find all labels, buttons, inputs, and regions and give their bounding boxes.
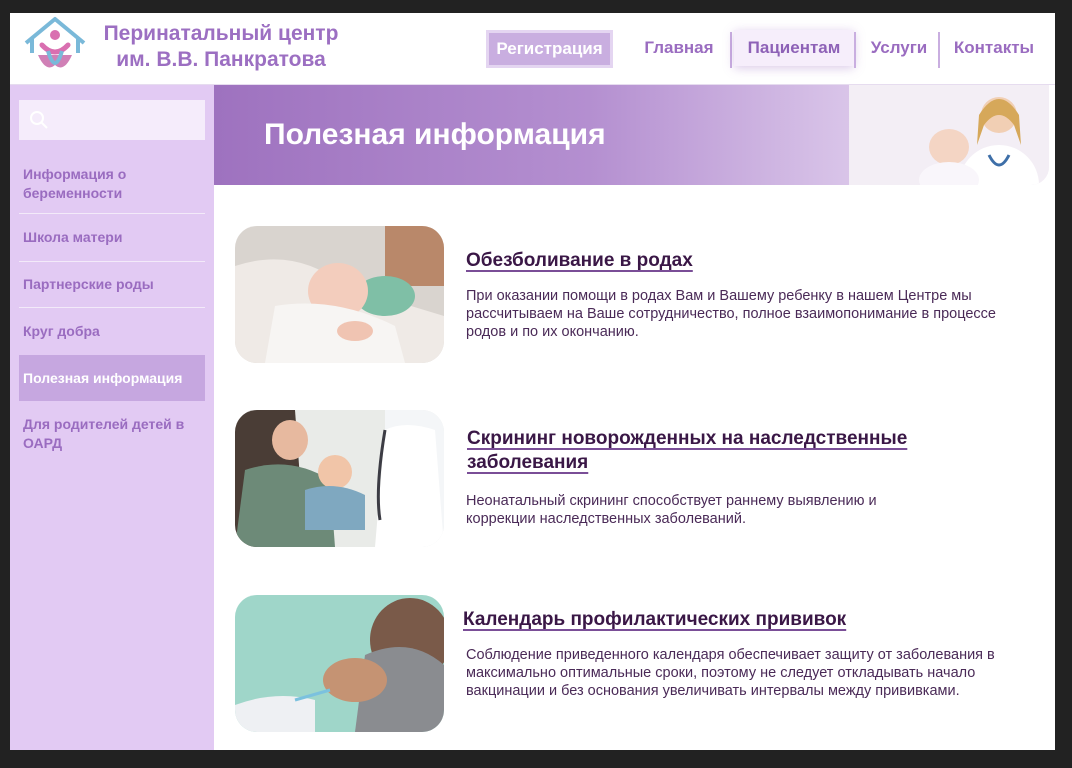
nav-patients[interactable]: Пациентам: [734, 30, 854, 66]
sidebar-item-pregnancy[interactable]: Информация о беременности: [19, 165, 205, 203]
nav-services[interactable]: Услуги: [860, 30, 938, 66]
nav-separator: [854, 32, 856, 68]
sidebar-item-oard-parents[interactable]: Для родителей детей в ОАРД: [19, 415, 205, 453]
article-title-screening[interactable]: Скрининг новорожденных на наследственные…: [467, 427, 907, 475]
sidebar: Информация о беременности Школа матери П…: [10, 85, 214, 750]
sidebar-item-circle-of-good[interactable]: Круг добра: [19, 322, 205, 341]
doctor-with-baby-photo: [849, 85, 1049, 185]
page: Перинатальный центр им. В.В. Панкратова …: [10, 13, 1055, 750]
article-title-vaccination-calendar[interactable]: Календарь профилактических прививок: [463, 608, 846, 632]
article-text-screening: Неонатальный скрининг способствует ранне…: [466, 493, 877, 527]
search-input[interactable]: [19, 100, 205, 140]
mother-baby-doctor-photo[interactable]: [235, 410, 444, 547]
nav-home[interactable]: Главная: [634, 30, 724, 66]
page-banner: Полезная информация: [214, 85, 1049, 185]
search-icon[interactable]: [29, 110, 49, 130]
article-title-screening-line-2: заболевания: [467, 452, 589, 473]
main-nav: Регистрация Главная Пациентам Услуги Кон…: [10, 30, 1055, 68]
sidebar-item-partner-birth[interactable]: Партнерские роды: [19, 275, 205, 294]
sidebar-item-mother-school[interactable]: Школа матери: [19, 228, 205, 247]
nav-separator: [938, 32, 940, 68]
header: Перинатальный центр им. В.В. Панкратова …: [10, 13, 1055, 85]
sidebar-divider: [19, 213, 205, 214]
baby-vaccination-photo[interactable]: [235, 595, 444, 732]
article-title-screening-line-1: Скрининг новорожденных на наследственные: [467, 428, 908, 449]
sidebar-divider: [19, 307, 205, 308]
sidebar-item-useful-info[interactable]: Полезная информация: [19, 355, 205, 401]
page-title: Полезная информация: [264, 118, 606, 151]
nav-contacts[interactable]: Контакты: [944, 30, 1044, 66]
sleeping-newborn-photo[interactable]: [235, 226, 444, 363]
article-title-anesthesia[interactable]: Обезболивание в родах: [466, 249, 693, 273]
nav-separator: [730, 32, 732, 68]
register-button[interactable]: Регистрация: [486, 30, 613, 68]
article-text-vaccination-calendar: Соблюдение приведенного календаря обеспе…: [466, 647, 995, 699]
article-text-anesthesia: При оказании помощи в родах Вам и Вашему…: [466, 288, 996, 340]
sidebar-divider: [19, 261, 205, 262]
